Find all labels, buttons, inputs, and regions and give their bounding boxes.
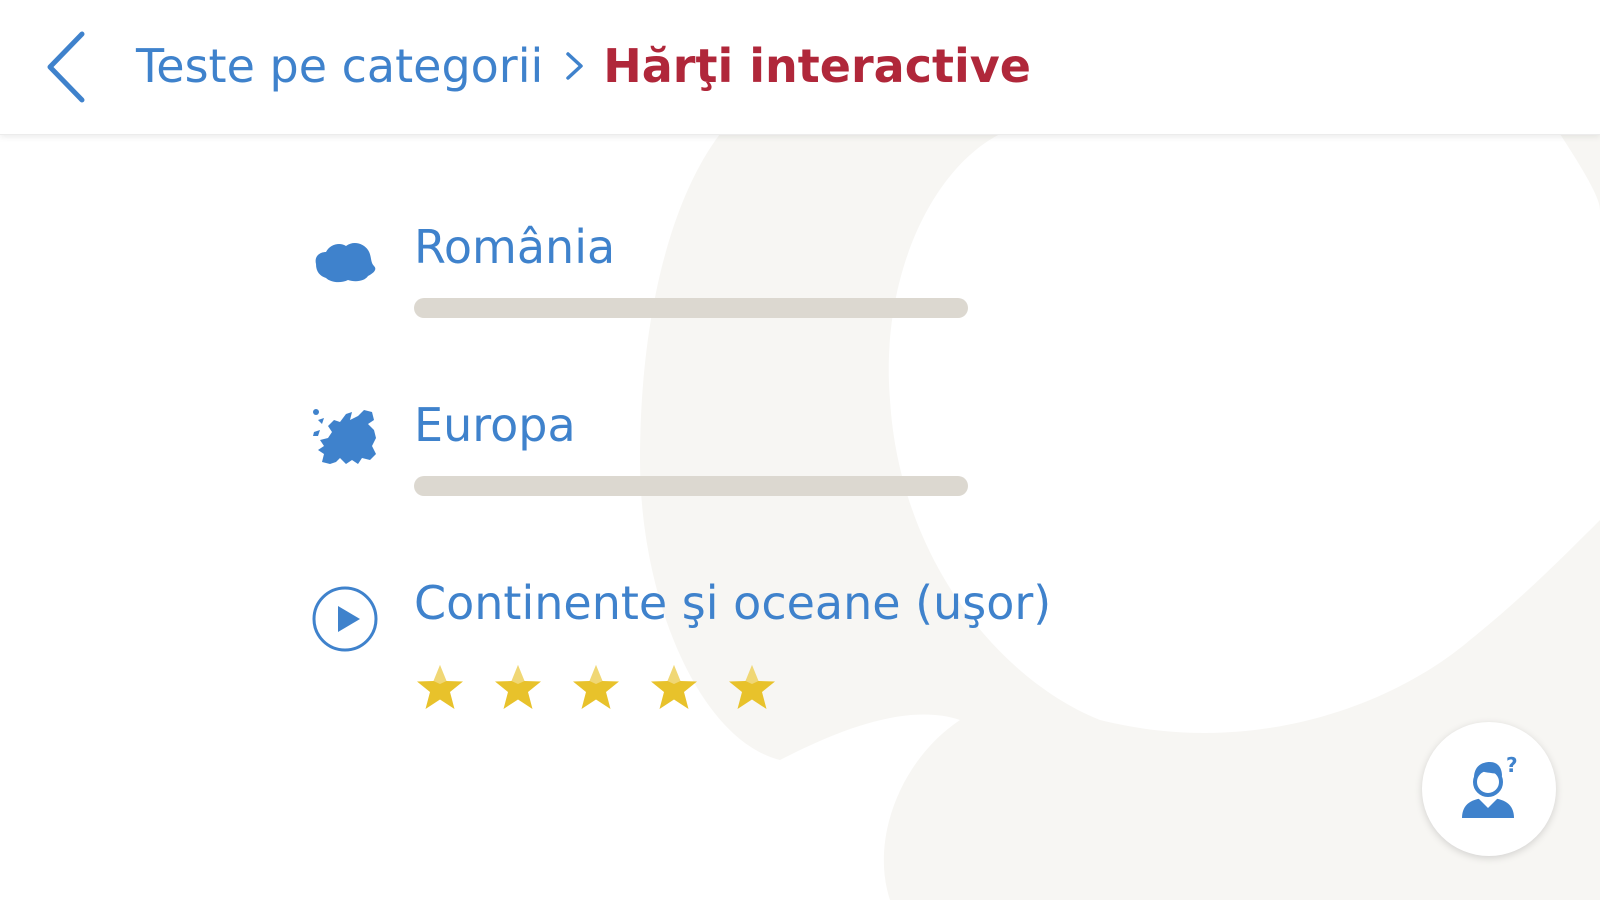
list-item-europa[interactable]: Europa [310, 398, 1010, 508]
chevron-left-icon [47, 31, 85, 103]
star-rating [414, 662, 778, 714]
progress-bar [414, 476, 968, 496]
list-item-continente-oceane[interactable]: Continente şi oceane (uşor) [310, 576, 1110, 726]
item-title: România [414, 220, 616, 274]
star-icon [492, 662, 544, 714]
star-icon [726, 662, 778, 714]
star-icon [414, 662, 466, 714]
page-title: Hărţi interactive [603, 39, 1031, 93]
breadcrumb: Teste pe categorii Hărţi interactive [136, 30, 1031, 102]
list-item-romania[interactable]: România [310, 220, 1010, 330]
top-bar: Teste pe categorii Hărţi interactive [0, 0, 1600, 135]
play-circle-icon [310, 584, 380, 654]
breadcrumb-parent-link[interactable]: Teste pe categorii [136, 39, 543, 93]
category-list: România Europa Continente şi oceane (uşo… [0, 134, 1600, 900]
star-icon [648, 662, 700, 714]
europe-map-icon [310, 402, 380, 472]
help-button[interactable]: ? [1422, 722, 1556, 856]
progress-bar [414, 298, 968, 318]
item-title: Europa [414, 398, 576, 452]
star-icon [570, 662, 622, 714]
svg-text:?: ? [1506, 753, 1518, 777]
help-person-icon: ? [1462, 753, 1518, 818]
romania-map-icon [310, 228, 380, 298]
item-title: Continente şi oceane (uşor) [414, 576, 1052, 630]
chevron-right-icon [559, 46, 589, 86]
back-button[interactable] [34, 22, 104, 112]
